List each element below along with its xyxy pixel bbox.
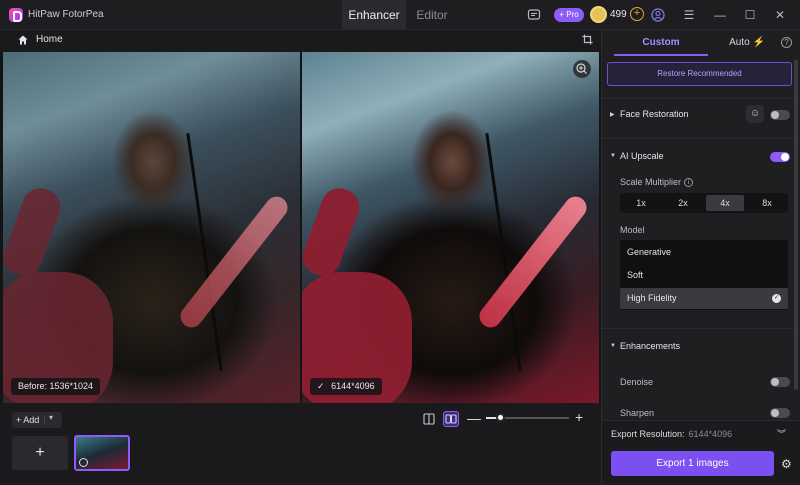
model-option-soft[interactable]: Soft [620,265,788,286]
scale-multiplier-label: Scale Multiplier i [620,177,694,188]
face-restoration-title[interactable]: Face Restoration [620,109,689,119]
info-icon[interactable]: i [684,178,694,188]
home-link[interactable]: Home [36,34,63,45]
export-area: Export Resolution: 6144*4096 ︾ Export 1 i… [602,420,800,485]
scale-option-4x[interactable]: 4x [706,195,744,211]
preview-before[interactable]: Before: 1536*1024 [3,52,300,403]
crop-icon[interactable] [582,34,593,45]
face-restoration-toggle[interactable] [770,110,790,120]
tab-auto[interactable]: Auto ⚡ [712,30,782,56]
settings-panel: Custom Auto ⚡ ? Restore Recommended ▶ Fa… [601,30,800,485]
home-bar: Home [0,30,601,52]
help-icon[interactable]: ? [781,37,792,48]
panel-scrollbar[interactable] [794,60,798,390]
user-icon[interactable] [651,8,665,22]
denoise-label: Denoise [620,377,654,387]
app-logo-icon [9,8,23,22]
tab-custom[interactable]: Custom [614,30,708,56]
model-list: Generative Soft High Fidelity ✓ [620,240,788,310]
thumbnail-select-icon[interactable] [79,458,88,467]
export-button[interactable]: Export 1 images [611,451,774,476]
model-option-generative[interactable]: Generative [620,242,788,263]
close-icon[interactable]: ✕ [773,8,787,22]
before-size-label: Before: 1536*1024 [11,378,101,395]
caret-down-icon[interactable]: ▼ [610,343,616,349]
sharpen-label: Sharpen [620,408,655,418]
ai-upscale-title[interactable]: AI Upscale [620,151,664,161]
add-button[interactable]: + Add [12,412,62,428]
home-icon[interactable] [18,35,28,45]
add-divider [44,415,45,425]
add-image-tile[interactable]: + [12,436,68,470]
scale-option-1x[interactable]: 1x [622,195,660,211]
minimize-icon[interactable]: — [713,8,727,22]
scale-option-8x[interactable]: 8x [748,195,786,211]
tab-editor[interactable]: Editor [408,0,456,30]
chevron-down-icon[interactable]: ▾ [49,413,53,422]
zoom-slider-handle[interactable] [496,413,506,422]
coin-icon [590,6,607,23]
sharpen-toggle[interactable] [770,408,790,418]
add-credit-icon[interactable]: + [630,7,644,21]
compare-split-icon[interactable] [443,411,459,427]
workspace: Home Before: 1536*1024 ✓ 6144*4096 + Add… [0,30,601,485]
zoom-in-button[interactable]: + [575,409,583,425]
export-resolution-value: 6144*4096 [688,429,733,439]
image-thumbnail[interactable] [74,435,130,471]
model-option-high-fidelity-label: High Fidelity [627,293,677,303]
app-name: HitPaw FotorPea [28,9,104,20]
title-bar: HitPaw FotorPea Enhancer Editor + Pro 49… [0,0,800,30]
enhancements-title[interactable]: Enhancements [620,341,680,351]
after-size-label: ✓ 6144*4096 [310,378,382,395]
caret-down-icon[interactable]: ▼ [610,153,616,159]
caret-right-icon[interactable]: ▶ [610,111,615,118]
compare-single-icon[interactable] [421,411,437,427]
preview-after[interactable]: ✓ 6144*4096 [302,52,599,403]
model-option-high-fidelity[interactable]: High Fidelity ✓ [620,288,788,309]
check-icon: ✓ [317,381,325,391]
export-resolution: Export Resolution: 6144*4096 [611,429,732,439]
bottom-toolbar: + Add ▾ — + + [0,403,601,485]
check-icon: ✓ [772,294,781,303]
scale-option-2x[interactable]: 2x [664,195,702,211]
expand-icon[interactable]: ︾ [777,427,786,440]
scale-multiplier-text: Scale Multiplier [620,177,682,187]
scale-selector: 1x 2x 4x 8x [620,193,788,213]
zoom-out-button[interactable]: — [467,410,481,426]
pro-badge[interactable]: + Pro [554,8,584,22]
ai-upscale-toggle[interactable] [770,152,790,162]
export-resolution-label: Export Resolution: [611,429,685,439]
gear-icon[interactable]: ⚙ [781,457,792,471]
model-label: Model [620,225,645,235]
credit-count: 499 [610,9,627,20]
after-size-text: 6144*4096 [331,381,375,391]
maximize-icon[interactable]: ☐ [743,8,757,22]
restore-recommended-button[interactable]: Restore Recommended [607,62,792,86]
chat-icon[interactable] [527,8,541,22]
face-icon[interactable]: ☺ [746,105,764,123]
zoom-in-icon[interactable] [573,60,591,78]
tab-enhancer[interactable]: Enhancer [342,0,406,30]
denoise-toggle[interactable] [770,377,790,387]
menu-icon[interactable]: ☰ [682,8,696,22]
